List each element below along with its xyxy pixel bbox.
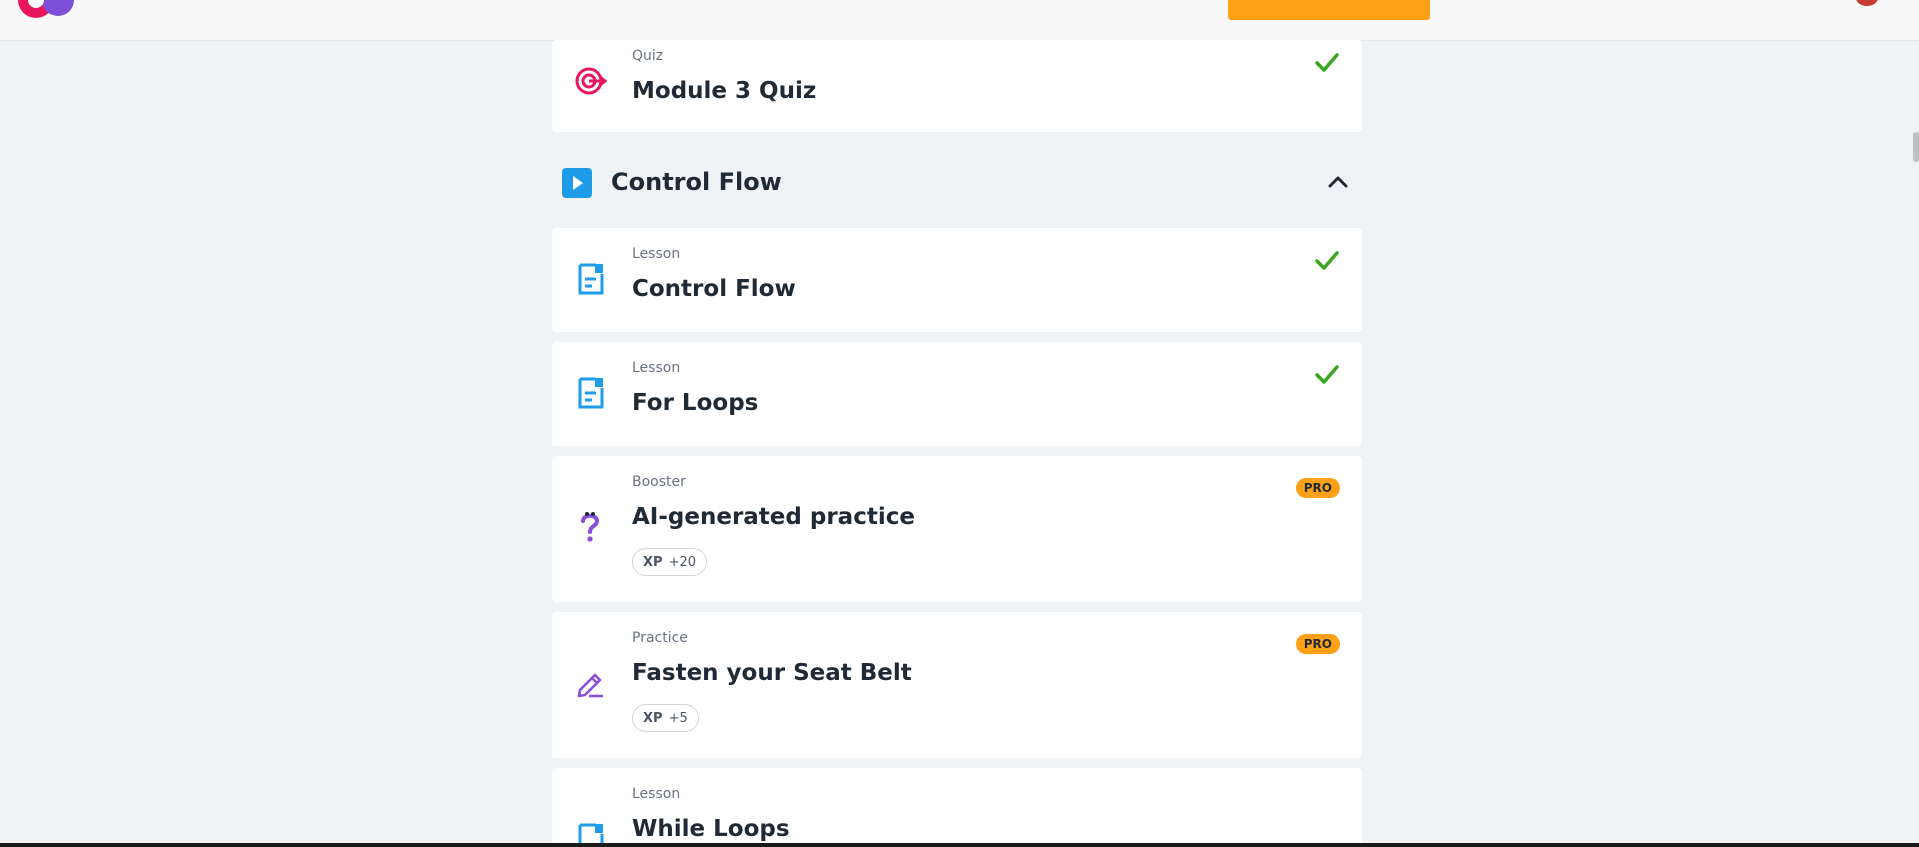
section-header-control-flow[interactable]: Control Flow <box>552 152 1362 212</box>
item-title: Fasten your Seat Belt <box>632 660 912 686</box>
lesson-item[interactable]: Lesson For Loops <box>552 342 1362 446</box>
lesson-item[interactable]: Lesson Control Flow <box>552 228 1362 332</box>
booster-item[interactable]: Booster AI-generated practice PRO XP +20 <box>552 456 1362 602</box>
lesson-item[interactable]: Lesson While Loops <box>552 768 1362 847</box>
practice-item[interactable]: Practice Fasten your Seat Belt PRO XP +5 <box>552 612 1362 758</box>
item-type-label: Lesson <box>632 360 681 376</box>
document-icon <box>574 262 608 296</box>
pencil-icon <box>574 666 608 700</box>
item-title: While Loops <box>632 816 790 842</box>
xp-value: +5 <box>668 710 688 726</box>
completed-check-icon <box>1314 362 1340 388</box>
upgrade-button[interactable] <box>1228 0 1430 20</box>
item-type-label: Practice <box>632 630 688 646</box>
item-title: Control Flow <box>632 276 796 302</box>
xp-reward-pill: XP +5 <box>632 704 699 732</box>
target-icon <box>574 64 608 98</box>
item-type-label: Booster <box>632 474 686 490</box>
item-title: Module 3 Quiz <box>632 78 817 104</box>
bottom-edge-bar <box>0 843 1919 847</box>
play-icon <box>562 168 592 198</box>
document-icon <box>574 376 608 410</box>
xp-reward-pill: XP +20 <box>632 548 707 576</box>
chevron-up-icon[interactable] <box>1324 168 1352 196</box>
quiz-item[interactable]: Quiz Module 3 Quiz <box>552 40 1362 132</box>
item-title: AI-generated practice <box>632 504 915 530</box>
pro-badge: PRO <box>1295 478 1340 498</box>
xp-label: XP <box>643 554 663 570</box>
xp-value: +20 <box>668 554 696 570</box>
item-title: For Loops <box>632 390 759 416</box>
question-icon <box>574 510 608 544</box>
item-type-label: Quiz <box>632 48 664 64</box>
avatar[interactable] <box>1856 0 1878 6</box>
top-navigation-bar <box>0 0 1919 41</box>
item-type-label: Lesson <box>632 786 681 802</box>
completed-check-icon <box>1314 248 1340 274</box>
section-title: Control Flow <box>611 168 782 196</box>
completed-check-icon <box>1314 50 1340 76</box>
brand-logo[interactable] <box>14 0 84 20</box>
pro-badge: PRO <box>1295 634 1340 654</box>
xp-label: XP <box>643 710 663 726</box>
item-type-label: Lesson <box>632 246 681 262</box>
scrollbar-thumb[interactable] <box>1913 132 1919 162</box>
